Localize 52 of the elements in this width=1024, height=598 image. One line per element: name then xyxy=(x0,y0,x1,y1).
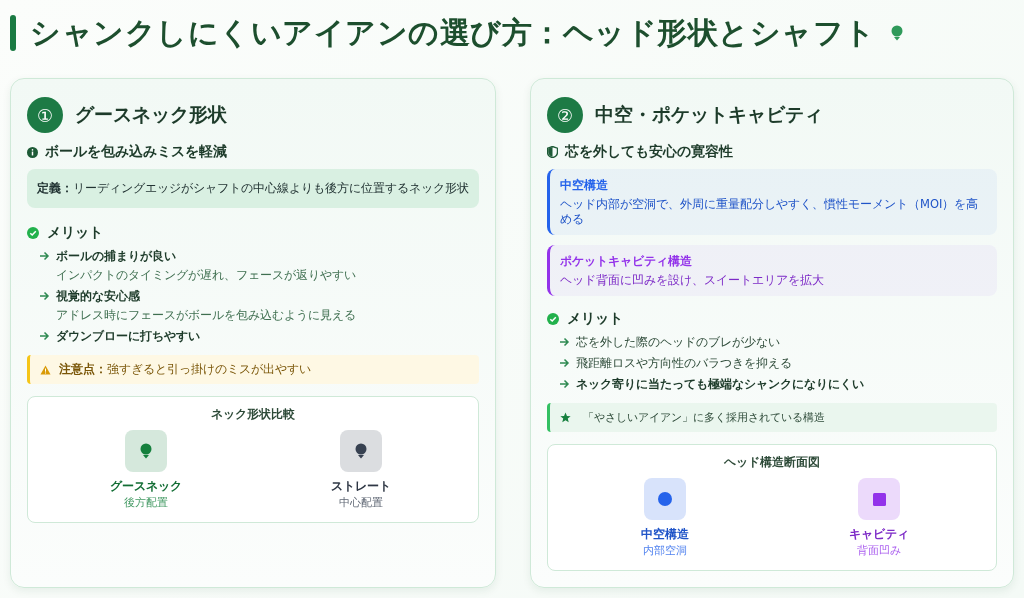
merit-detail: アドレス時にフェースがボールを包み込むように見える xyxy=(56,307,356,325)
arrow-icon xyxy=(559,337,570,347)
circle-icon xyxy=(658,492,672,506)
card-subtitle: ボールを包み込みミスを軽減 xyxy=(45,143,227,161)
diagram-heading: ネック形状比較 xyxy=(211,407,295,423)
shield-icon xyxy=(547,146,558,158)
check-circle-icon xyxy=(547,313,559,325)
diagram-heading: ヘッド構造断面図 xyxy=(724,455,820,470)
structure-description: ヘッド背面に凹みを設け、スイートエリアを拡大 xyxy=(560,273,825,288)
arrow-icon xyxy=(559,379,570,389)
warning-text: 注意点：強すぎると引っ掛けのミスが出やすい xyxy=(59,361,311,379)
diagram-label: グースネック xyxy=(109,478,182,496)
diagram-caption: 中心配置 xyxy=(338,495,383,511)
merit-text: ダウンブローに打ちやすい xyxy=(56,328,200,346)
note-text: 「やさしいアイアン」に多く採用されている構造 xyxy=(583,410,825,425)
diagram-label: 中空構造 xyxy=(641,526,689,543)
merit-text: 芯を外した際のヘッドのブレが少ない xyxy=(576,334,780,351)
diagram-caption: 背面凹み xyxy=(857,543,901,558)
square-icon xyxy=(872,492,886,506)
golf-ball-on-tee-icon xyxy=(889,25,904,41)
diagram-label: ストレート xyxy=(330,478,391,496)
star-icon xyxy=(560,412,571,423)
merit-text: 飛距離ロスや方向性のバラつきを抑える xyxy=(576,355,792,372)
diagram-label: キャビティ xyxy=(849,526,909,543)
merit-text: ネック寄りに当たっても極端なシャンクになりにくい xyxy=(576,376,864,393)
number-badge: ① xyxy=(27,97,63,133)
number-badge: ② xyxy=(547,97,583,133)
check-circle-icon xyxy=(27,227,39,240)
merit-text: 視覚的な安心感 xyxy=(56,288,141,306)
arrow-icon xyxy=(39,291,50,302)
arrow-icon xyxy=(39,331,50,342)
diagram-caption: 後方配置 xyxy=(123,495,168,511)
merit-text: ボールの捕まりが良い xyxy=(56,248,177,266)
merit-detail: インパクトのタイミングが遅れ、フェースが返りやすい xyxy=(56,267,356,285)
arrow-icon xyxy=(559,358,570,368)
golf-ball-on-tee-icon xyxy=(353,443,368,460)
page-title: シャンクしにくいアイアンの選び方：ヘッド形状とシャフト xyxy=(30,13,876,52)
info-icon xyxy=(27,146,38,158)
warning-icon xyxy=(40,364,51,375)
card-title: 中空・ポケットキャビティ xyxy=(595,102,823,127)
card-title: グースネック形状 xyxy=(75,102,227,127)
definition-text: 定義：リーディングエッジがシャフトの中心線よりも後方に位置するネック形状 xyxy=(27,169,479,209)
section-heading: メリット xyxy=(47,224,103,243)
section-heading: メリット xyxy=(567,310,623,328)
accent-bar xyxy=(10,15,16,51)
diagram-caption: 内部空洞 xyxy=(643,543,687,558)
structure-description: ヘッド内部が空洞で、外周に重量配分しやすく、慣性モーメント（MOI）を高める xyxy=(560,197,980,227)
golf-ball-on-tee-icon xyxy=(138,443,153,460)
structure-title: ポケットキャビティ構造 xyxy=(560,253,693,270)
card-subtitle: 芯を外しても安心の寛容性 xyxy=(565,143,733,161)
arrow-icon xyxy=(39,251,50,262)
structure-title: 中空構造 xyxy=(560,177,609,194)
